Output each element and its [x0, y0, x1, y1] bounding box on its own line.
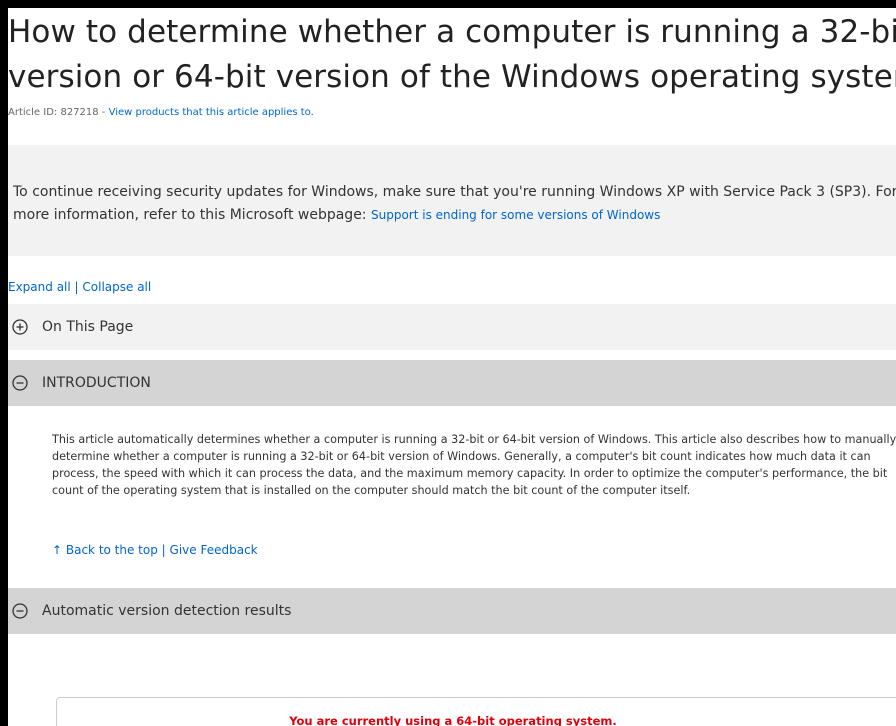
introduction-body: This article automatically determines wh…	[52, 433, 896, 497]
detection-result-text: You are currently using a 64-bit operati…	[289, 714, 617, 726]
section-on-this-page-label: On This Page	[42, 319, 134, 335]
minus-circle-icon	[12, 375, 28, 391]
minus-circle-icon	[12, 603, 28, 619]
article-title-line-1: How to determine whether a computer is r…	[8, 14, 896, 50]
footer-separator: |	[157, 543, 170, 557]
section-introduction[interactable]: INTRODUCTION	[8, 360, 896, 406]
section-introduction-label: INTRODUCTION	[42, 375, 151, 391]
article-id-label: Article ID: 827218 -	[8, 107, 109, 118]
article-title: How to determine whether a computer is r…	[8, 10, 896, 100]
expand-separator: |	[70, 280, 83, 294]
support-ending-link[interactable]: Support is ending for some versions of W…	[371, 208, 660, 222]
products-link[interactable]: View products that this article applies …	[109, 107, 314, 118]
page-frame: How to determine whether a computer is r…	[0, 0, 896, 726]
plus-circle-icon	[12, 319, 28, 335]
intro-footer-links: ↑ Back to the top | Give Feedback	[52, 543, 258, 557]
give-feedback-link[interactable]: Give Feedback	[170, 543, 258, 557]
back-to-top-link[interactable]: ↑ Back to the top	[52, 543, 158, 557]
section-on-this-page[interactable]: On This Page	[8, 304, 896, 350]
security-notice: To continue receiving security updates f…	[8, 145, 896, 256]
section-automatic-label: Automatic version detection results	[42, 603, 292, 619]
collapse-all-link[interactable]: Collapse all	[82, 280, 151, 294]
section-automatic-detection[interactable]: Automatic version detection results	[8, 588, 896, 634]
expand-all-link[interactable]: Expand all	[8, 280, 71, 294]
article-title-line-2: version or 64-bit version of the Windows…	[8, 59, 896, 95]
expand-collapse-controls: Expand all | Collapse all	[8, 280, 151, 294]
article-meta: Article ID: 827218 - View products that …	[8, 107, 314, 118]
